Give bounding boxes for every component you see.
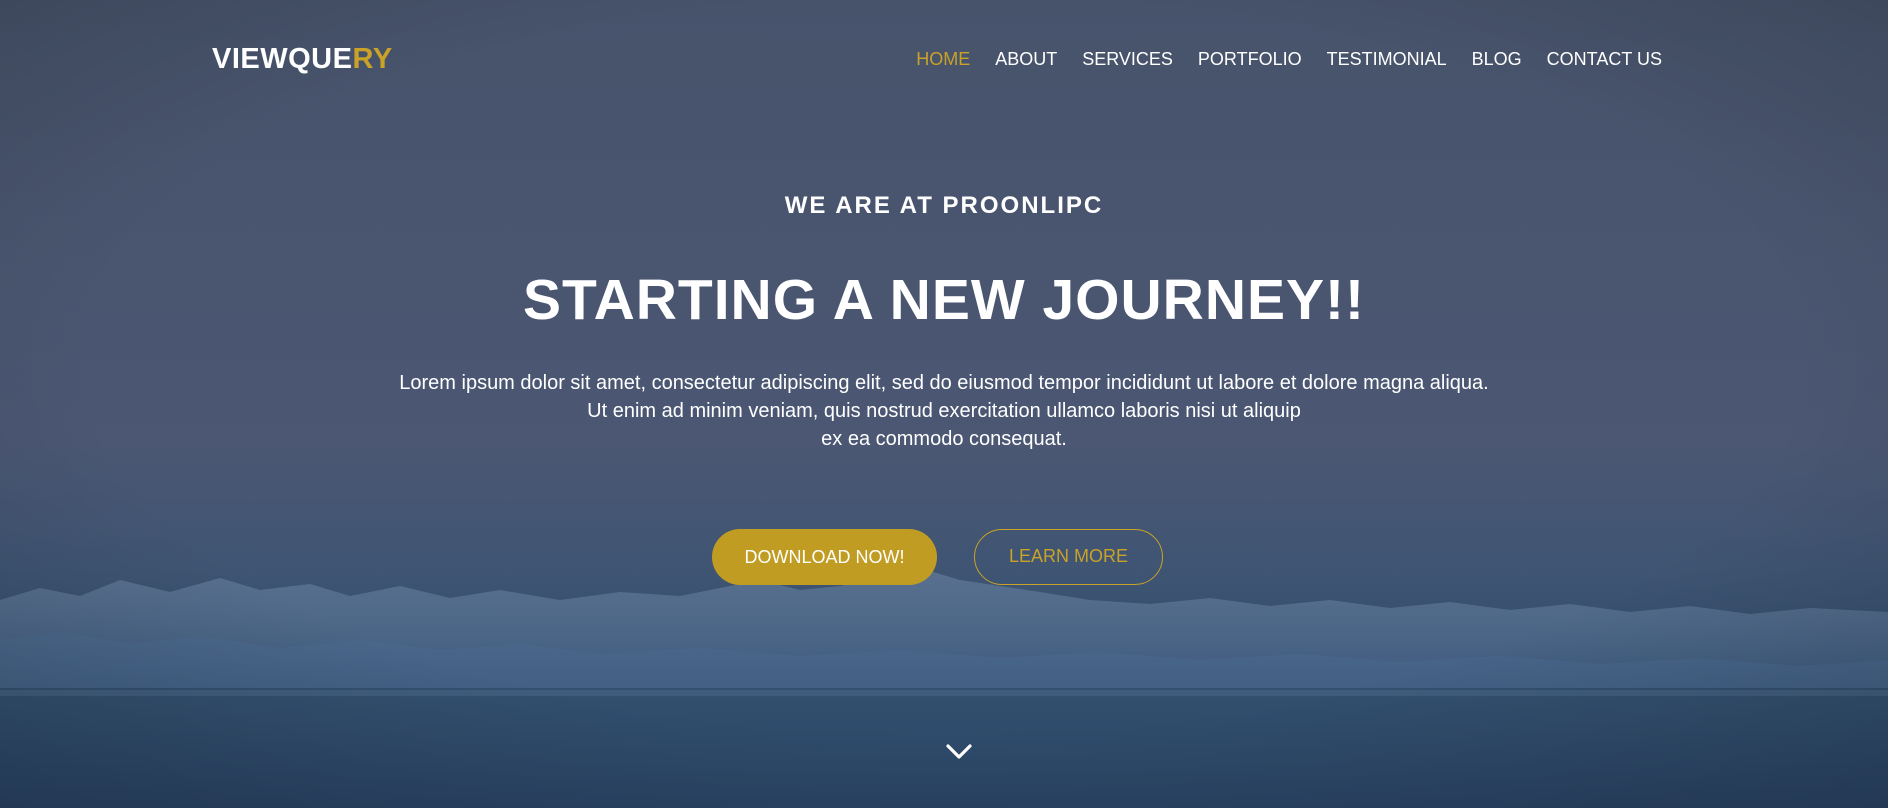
download-now-button[interactable]: DOWNLOAD NOW!: [712, 529, 937, 585]
nav-item-contact: CONTACT US: [1547, 46, 1662, 72]
learn-more-button[interactable]: LEARN MORE: [974, 529, 1163, 585]
hero-section: VIEWQUERY HOME ABOUT SERVICES PORTFOLIO …: [0, 0, 1888, 808]
nav-link-services[interactable]: SERVICES: [1082, 46, 1173, 72]
top-navigation-bar: VIEWQUERY HOME ABOUT SERVICES PORTFOLIO …: [0, 0, 1888, 120]
chevron-down-icon[interactable]: [945, 740, 973, 762]
logo-text-accent: RY: [352, 43, 393, 75]
hero-subtitle: WE ARE AT PROONLIPC: [784, 192, 1104, 219]
nav-link-testimonial[interactable]: TESTIMONIAL: [1327, 46, 1447, 72]
hero-description-line-2: Ut enim ad minim veniam, quis nostrud ex…: [587, 400, 1301, 422]
nav-link-blog[interactable]: BLOG: [1472, 46, 1522, 72]
hero-description-line-1: Lorem ipsum dolor sit amet, consectetur …: [399, 372, 1489, 394]
hero-description-line-3: ex ea commodo consequat.: [821, 428, 1067, 450]
nav-item-about: ABOUT: [995, 46, 1057, 72]
nav-item-testimonial: TESTIMONIAL: [1327, 46, 1447, 72]
nav-item-blog: BLOG: [1472, 46, 1522, 72]
nav-item-portfolio: PORTFOLIO: [1198, 46, 1302, 72]
nav-link-contact[interactable]: CONTACT US: [1547, 46, 1662, 72]
nav-link-portfolio[interactable]: PORTFOLIO: [1198, 46, 1302, 72]
nav-item-home: HOME: [916, 46, 970, 72]
nav-link-about[interactable]: ABOUT: [995, 46, 1057, 72]
nav-item-services: SERVICES: [1082, 46, 1173, 72]
hero-description: Lorem ipsum dolor sit amet, consectetur …: [0, 369, 1888, 453]
logo-text-main: VIEWQUE: [212, 43, 353, 75]
main-nav: HOME ABOUT SERVICES PORTFOLIO TESTIMONIA…: [916, 46, 1662, 72]
nav-link-home[interactable]: HOME: [916, 46, 970, 72]
site-logo[interactable]: VIEWQUERY: [212, 40, 393, 78]
hero-title: STARTING A NEW JOURNEY!!: [522, 268, 1366, 332]
